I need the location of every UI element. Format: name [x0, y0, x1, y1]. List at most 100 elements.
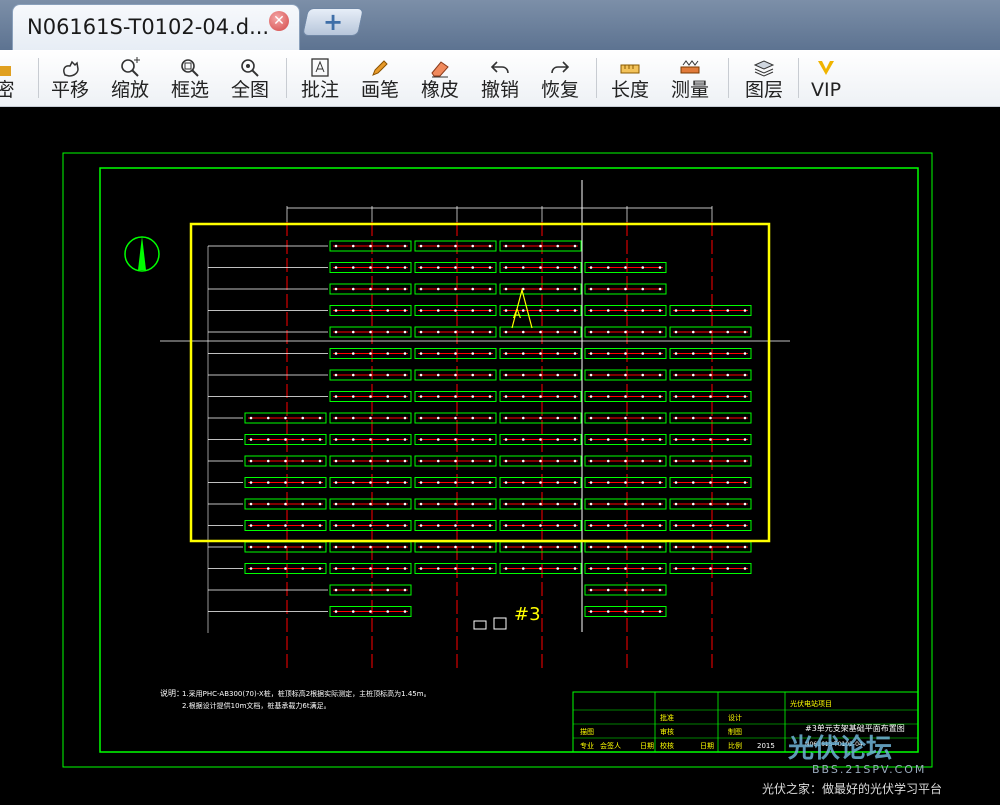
pile-dot [624, 266, 627, 269]
pile-dot [691, 373, 695, 377]
document-tab-title: N06161S-T0102-04.d... [27, 15, 270, 39]
zoom-button[interactable]: 缩放 [108, 54, 152, 102]
redo-button[interactable]: 恢复 [538, 54, 582, 102]
pile-dot [351, 352, 355, 355]
pile-dot [369, 416, 372, 420]
drawing-canvas[interactable]: A #3 说明： 1.采用PHC-AB300(70)-X桩，桩顶标高2根据实际测定，主… [0, 107, 1000, 805]
pile-dot [691, 352, 695, 355]
pile-dot [658, 502, 662, 506]
pile-dot [573, 373, 577, 377]
pile-dot [641, 395, 645, 398]
pile-dot [318, 438, 322, 441]
lock-button[interactable]: 密 [0, 54, 18, 102]
title-block-label: 设计 [728, 713, 742, 722]
zoom-icon [108, 57, 152, 79]
pile-dot [249, 481, 253, 484]
pile-dot [658, 567, 662, 570]
pile-dot [691, 459, 695, 463]
pile-dot [403, 588, 407, 592]
pile-dot [318, 524, 322, 527]
pile-dot [249, 459, 253, 463]
pile-dot [573, 481, 577, 484]
pile-dot [658, 352, 662, 355]
pen-button[interactable]: 画笔 [358, 54, 402, 102]
pile-dot [606, 502, 610, 506]
pile-dot [624, 545, 627, 549]
pile-dot [658, 266, 662, 269]
pile-dot [419, 481, 423, 484]
pile-dot [471, 459, 475, 463]
pile-dot [556, 502, 560, 506]
pile-dot [351, 610, 355, 613]
undo-button[interactable]: 撤销 [478, 54, 522, 102]
pile-dot [386, 438, 390, 441]
pile-dot [249, 545, 253, 549]
pile-dot [573, 287, 577, 291]
pile-dot [386, 481, 390, 484]
pile-dot [674, 416, 678, 420]
pile-dot [674, 524, 678, 527]
pile-dot [454, 373, 457, 377]
title-block-project: 光伏电站项目 [790, 699, 832, 708]
pile-dot [403, 330, 407, 334]
annotate-button[interactable]: 批注 [298, 54, 342, 102]
title-block-label: 会签人 [600, 741, 621, 750]
pile-dot [539, 502, 542, 506]
pile-dot [386, 330, 390, 334]
pile-dot [641, 459, 645, 463]
box-select-button[interactable]: 框选 [168, 54, 212, 102]
toolbar: 密 平移 缩放 框选 全图 批注 画笔 橡皮 撤销 恢复 长度 测量 图层 VI… [0, 50, 1000, 107]
pile-dot [691, 438, 695, 441]
pile-dot [556, 567, 560, 570]
pile-dot [504, 244, 508, 248]
pile-dot [369, 610, 372, 613]
pile-dot [556, 330, 560, 334]
pile-dot [556, 416, 560, 420]
pile-dot [504, 395, 508, 398]
length-button[interactable]: 长度 [608, 54, 652, 102]
pile-dot [691, 481, 695, 484]
layers-button[interactable]: 图层 [742, 54, 786, 102]
pile-dot [284, 438, 287, 441]
close-tab-icon[interactable]: ✕ [269, 11, 289, 31]
pile-dot [709, 330, 712, 334]
full-view-button[interactable]: 全图 [228, 54, 272, 102]
pile-dot [691, 545, 695, 549]
length-icon [608, 57, 652, 79]
pile-dot [641, 309, 645, 312]
pile-dot [454, 266, 457, 269]
vip-button[interactable]: VIP [806, 54, 846, 102]
pile-dot [624, 373, 627, 377]
pile-dot [521, 330, 525, 334]
pile-dot [454, 309, 457, 312]
pile-dot [521, 373, 525, 377]
pile-dot [369, 330, 372, 334]
pile-dot [556, 373, 560, 377]
pile-dot [539, 438, 542, 441]
pile-dot [403, 567, 407, 570]
pile-dot [403, 459, 407, 463]
pile-dot [488, 309, 492, 312]
pile-dot [674, 395, 678, 398]
pile-dot [488, 481, 492, 484]
measure-button[interactable]: 测量 [668, 54, 712, 102]
pile-dot [641, 287, 645, 291]
pile-dot [351, 395, 355, 398]
pile-dot [386, 459, 390, 463]
pile-dot [419, 459, 423, 463]
pile-dot [743, 524, 747, 527]
pile-dot [284, 459, 287, 463]
pile-dot [743, 309, 747, 312]
pile-dot [504, 373, 508, 377]
area-label: A [513, 307, 522, 321]
document-tab[interactable]: N06161S-T0102-04.d... ✕ [12, 4, 300, 50]
pile-dot [471, 287, 475, 291]
pan-button[interactable]: 平移 [48, 54, 92, 102]
pile-dot [589, 416, 593, 420]
new-tab-button[interactable]: + [302, 8, 364, 36]
pile-dot [709, 309, 712, 312]
pile-dot [351, 244, 355, 248]
eraser-button[interactable]: 橡皮 [418, 54, 462, 102]
pile-dot [726, 395, 730, 398]
pile-dot [589, 459, 593, 463]
